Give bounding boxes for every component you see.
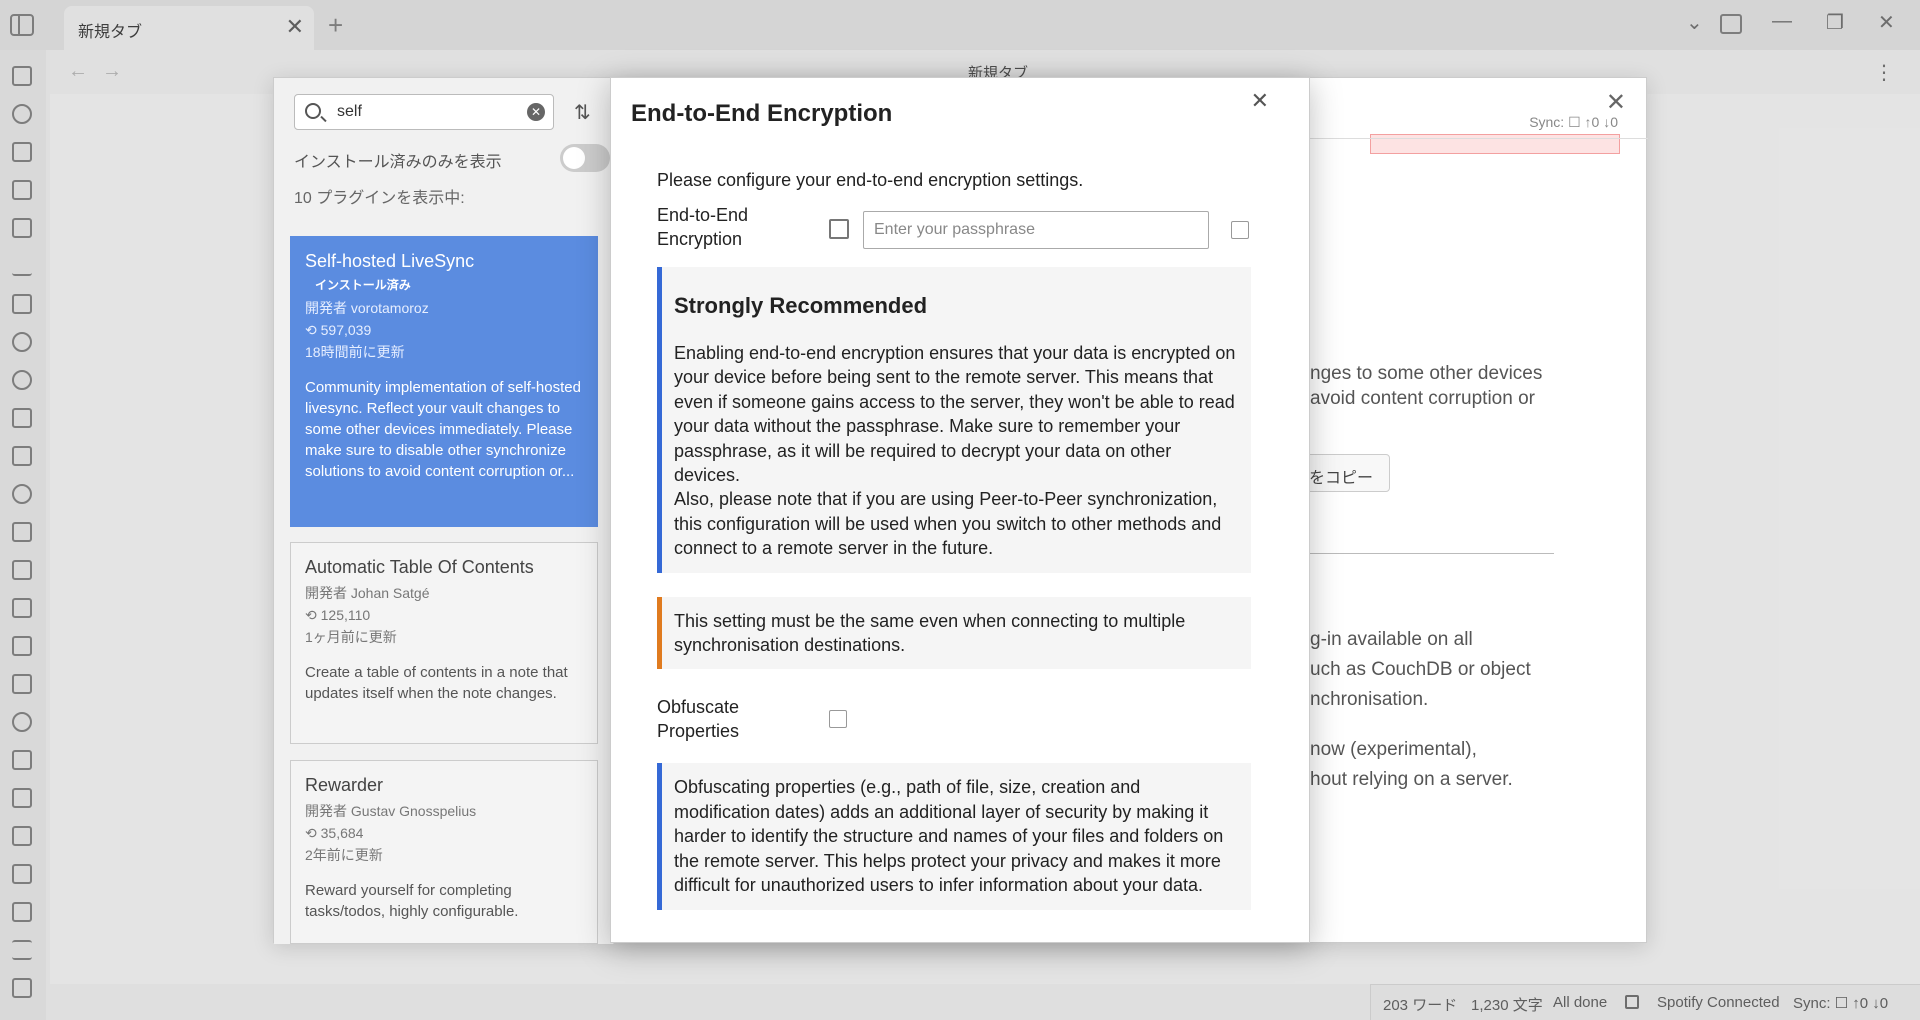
plugin-updated: 1ヶ月前に更新 — [305, 629, 397, 645]
installed-badge: インストール済み — [315, 278, 411, 292]
installed-only-toggle[interactable] — [560, 144, 610, 172]
clear-search-icon[interactable]: ✕ — [527, 103, 545, 121]
plugin-card-rewarder[interactable]: Rewarder 開発者 Gustav Gnosspelius ⟲ 35,684… — [290, 760, 598, 944]
sort-icon[interactable]: ⇅ — [574, 100, 591, 125]
community-plugin-list: ✕ ⇅ インストール済みのみを表示 10 プラグインを表示中: Self-hos… — [274, 78, 614, 944]
plugin-author: 開発者 Gustav Gnosspelius — [305, 803, 477, 819]
search-icon — [305, 103, 321, 119]
show-passphrase-checkbox[interactable] — [1231, 221, 1249, 239]
copy-button-label: をコピー — [1309, 470, 1374, 487]
detail-text-line-6: now (experimental), — [1310, 739, 1477, 760]
plugin-card-self-hosted-livesync[interactable]: Self-hosted LiveSync インストール済み 開発者 vorota… — [290, 236, 598, 527]
plugin-name: Rewarder — [305, 775, 384, 795]
detail-hr — [1310, 553, 1554, 554]
settings-close-icon[interactable]: ✕ — [1606, 88, 1626, 117]
detail-text-line-3: g-in available on all — [1310, 629, 1473, 650]
recommend-title: Strongly Recommended — [674, 293, 928, 318]
plugin-downloads: ⟲ 125,110 — [305, 607, 371, 623]
detail-desc-line-1: nges to some other devices — [1310, 363, 1543, 384]
plugin-count-label: 10 プラグインを表示中: — [294, 190, 465, 207]
plugin-name: Automatic Table Of Contents — [305, 557, 534, 577]
detail-desc-line-2: avoid content corruption or — [1310, 388, 1535, 409]
plugin-author: 開発者 Johan Satgé — [305, 585, 430, 601]
obfuscate-text: Obfuscating properties (e.g., path of fi… — [674, 777, 1224, 896]
plugin-search-box[interactable]: ✕ — [294, 94, 554, 130]
installed-only-label: インストール済みのみを表示 — [294, 154, 502, 171]
plugin-search-input[interactable] — [337, 101, 517, 123]
recommend-callout: Strongly Recommended Enabling end-to-end… — [657, 267, 1251, 573]
plugin-downloads: ⟲ 35,684 — [305, 825, 364, 841]
plugin-author: 開発者 vorotamoroz — [305, 300, 429, 316]
e2e-setting-row: End-to-End Encryption — [657, 199, 1261, 257]
plugin-updated: 2年前に更新 — [305, 847, 383, 863]
e2e-encryption-dialog: End-to-End Encryption ✕ Please configure… — [610, 77, 1310, 943]
warning-callout: This setting must be the same even when … — [657, 596, 1251, 670]
detail-text-line-5: nchronisation. — [1310, 689, 1429, 710]
plugin-description: Community implementation of self-hosted … — [305, 379, 581, 480]
warning-text: This setting must be the same even when … — [674, 610, 1186, 656]
dialog-close-icon[interactable]: ✕ — [1251, 88, 1269, 114]
intro-text: Please configure your end-to-end encrypt… — [657, 170, 1084, 190]
plugin-downloads: ⟲ 597,039 — [305, 322, 372, 338]
detail-text-line-7: hout relying on a server. — [1310, 769, 1513, 790]
plugin-description: Create a table of contents in a note tha… — [305, 664, 568, 702]
obfuscate-label: Obfuscate Properties — [657, 697, 740, 742]
detail-sync-status: Sync: ☐ ↑0 ↓0 — [1529, 114, 1618, 130]
detail-text-line-4: uch as CouchDB or object — [1310, 659, 1531, 680]
plugin-card-automatic-toc[interactable]: Automatic Table Of Contents 開発者 Johan Sa… — [290, 542, 598, 744]
plugin-name: Self-hosted LiveSync — [305, 251, 475, 271]
recommend-text-1: Enabling end-to-end encryption ensures t… — [674, 343, 1236, 486]
dialog-body: Please configure your end-to-end encrypt… — [657, 170, 1261, 910]
obfuscate-setting-row: Obfuscate Properties — [657, 691, 1261, 749]
copy-button[interactable]: をコピー — [1300, 454, 1390, 492]
plugin-description: Reward yourself for completing tasks/tod… — [305, 882, 519, 920]
e2e-label: End-to-End Encryption — [657, 205, 749, 249]
recommend-text-2: Also, please note that if you are using … — [674, 489, 1222, 559]
obfuscate-checkbox[interactable] — [829, 710, 847, 729]
passphrase-input[interactable] — [863, 211, 1209, 249]
error-bar — [1370, 134, 1620, 154]
obfuscate-callout: Obfuscating properties (e.g., path of fi… — [657, 763, 1251, 910]
dialog-title: End-to-End Encryption — [631, 100, 893, 127]
e2e-checkbox[interactable] — [829, 219, 849, 239]
plugin-updated: 18時間前に更新 — [305, 344, 405, 360]
